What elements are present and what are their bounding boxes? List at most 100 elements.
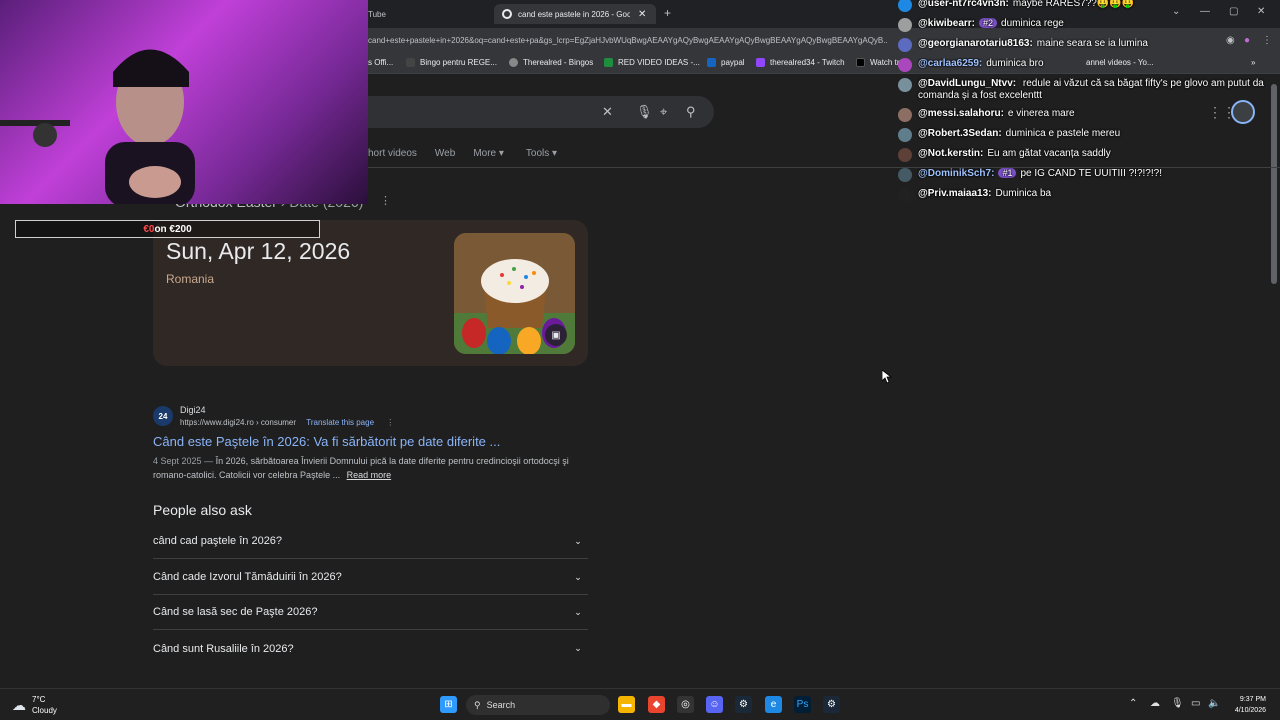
result-url-text[interactable]: https://www.digi24.ro › consumer [180,418,296,427]
bookmark-item[interactable]: Therealred - Bingos [509,58,593,67]
chevron-down-icon[interactable]: ⌄ [568,531,588,551]
paa-question-text: Când cade Izvorul Tămăduirii în 2026? [153,571,342,583]
weather-text: 7°C Cloudy [32,694,57,716]
image-search-icon[interactable]: ▣ [545,324,567,346]
chrome-icon[interactable]: ◎ [677,696,694,713]
chat-message: @DavidLungu_Ntvv: redule ai văzut că sa … [898,78,1270,102]
chevron-down-icon[interactable]: ⌄ [568,602,588,622]
screen: Tube cand este pastele in 2026 - Goo ✕ +… [0,0,1280,720]
bookmark-item[interactable]: s Offi... [368,58,393,67]
bookmark-item[interactable]: RED VIDEO IDEAS -... [604,58,700,67]
bookmark-item[interactable]: paypal [707,58,745,67]
twitch-icon [756,58,765,67]
sheets-icon [604,58,613,67]
streamer-silhouette [105,49,195,204]
paa-question-text: când cad paştele în 2026? [153,535,283,547]
easter-date: Sun, Apr 12, 2026 [166,238,351,264]
chat-message: @Not.kerstin: Eu am gătat vacanța saddly [898,148,1270,162]
taskbar-search[interactable]: ⚲ Search [466,695,610,715]
display-icon[interactable]: ▭ [1191,698,1200,709]
chat-username: @Robert.3Sedan: [918,128,1002,139]
digi24-favicon-icon: 24 [153,406,173,426]
tray-overflow-icon[interactable]: ⌃ [1129,698,1137,709]
paa-question[interactable]: Când sunt Rusaliile în 2026? ⌄ [153,631,588,666]
cloud-icon: ☁ [12,696,26,713]
weather-widget[interactable]: ☁ 7°C Cloudy [12,694,57,716]
bookmark-item[interactable]: therealred34 - Twitch [756,58,845,67]
voice-search-icon[interactable]: 🎙 [636,104,653,120]
paa-question[interactable]: Când se lasă sec de Paşte 2026? ⌄ [153,595,588,630]
onedrive-icon[interactable]: ☁ [1150,698,1160,709]
clear-search-icon[interactable]: ✕ [602,104,613,120]
page-scrollbar[interactable] [1271,84,1277,284]
bookmark-favicon-icon [406,58,415,67]
tab-short-videos[interactable]: hort videos [368,148,417,159]
discord-icon[interactable]: ☺ [706,696,723,713]
lens-icon[interactable]: ⌖ [660,104,667,120]
search-icon[interactable]: ⚲ [686,104,696,120]
more-options-icon[interactable]: ⋮ [380,194,391,207]
paa-question[interactable]: Când cade Izvorul Tămăduirii în 2026? ⌄ [153,560,588,595]
result-site-name[interactable]: Digi24 [180,405,206,415]
chat-text: maybe RARES7??🤑🤑🤑 [1012,0,1135,9]
google-favicon-icon [502,9,512,19]
url-field[interactable]: cand+este+pastele+in+2026&oq=cand+este+p… [368,36,888,45]
photoshop-icon[interactable]: Ps [794,696,811,713]
volume-icon[interactable]: 🔈 [1208,698,1220,709]
chat-message: @user-nt7rc4vn3n: maybe RARES7??🤑🤑🤑 [898,0,1270,12]
new-tab-button[interactable]: + [664,6,671,20]
bookmark-label: Watch tr [870,58,900,67]
chat-text: pe IG CAND TE UUITIII ?!?!?!?! [1020,168,1162,179]
tab-more[interactable]: More ▾ [473,148,504,159]
knowledge-panel-card: Sun, Apr 12, 2026 Romania ▣ [153,220,588,366]
microphone-icon[interactable]: 🎙 [1171,698,1184,709]
clock-time: 9:37 PM [1239,696,1266,703]
close-tab-icon[interactable]: ✕ [638,9,646,20]
chat-username: @DavidLungu_Ntvv: [918,78,1017,89]
avatar [898,78,912,92]
tab-web[interactable]: Web [435,148,455,159]
windows-taskbar: ☁ 7°C Cloudy ⊞ ⚲ Search ▬ ◆ ◎ ☺ ⚙ e Ps ⚙ … [0,688,1280,720]
result-title-link[interactable]: Când este Paştele în 2026: Va fi sărbăto… [153,434,500,449]
chevron-down-icon[interactable]: ⌄ [568,567,588,587]
paa-question-text: Când se lasă sec de Paşte 2026? [153,606,318,618]
edge-icon[interactable]: e [765,696,782,713]
search-input[interactable]: ✕ 🎙 ⌖ ⚲ [340,96,714,128]
bookmark-label: RED VIDEO IDEAS -... [618,58,700,67]
brave-browser-icon[interactable]: ◆ [648,696,665,713]
easter-cake-image[interactable]: ▣ [454,233,575,354]
search-icon: ⚲ [474,699,481,710]
result-options-icon[interactable]: ⋮ [386,418,394,427]
read-more-link[interactable]: Read more [347,470,392,480]
windows-start-icon[interactable]: ⊞ [440,696,457,713]
chat-message: @georgianarotariu8163: maine seara se ia … [898,38,1270,52]
avatar [898,108,912,122]
file-explorer-icon[interactable]: ▬ [618,696,635,713]
tiktok-icon [856,58,865,67]
chat-username: @user-nt7rc4vn3n: [918,0,1009,9]
goal-target: on €200 [154,223,192,235]
avatar [898,188,912,202]
steam-app-icon[interactable]: ⚙ [823,696,840,713]
chat-username: @DominikSch7: [918,168,995,179]
paa-question[interactable]: când cad paştele în 2026? ⌄ [153,524,588,559]
tab-google-search[interactable]: cand este pastele in 2026 - Goo ✕ [494,4,656,24]
avatar [898,38,912,52]
bookmark-item[interactable]: Bingo pentru REGE... [406,58,497,67]
search-filter-tabs: hort videos Web More ▾ Tools ▾ [368,148,557,159]
chevron-down-icon[interactable]: ⌄ [568,639,588,659]
chat-username: @carlaa6259: [918,58,983,69]
result-date: 4 Sept 2025 — [153,456,214,466]
system-clock[interactable]: 9:37 PM 4/10/2026 [1220,694,1266,716]
weather-condition: Cloudy [32,706,57,715]
avatar [898,168,912,182]
avatar [898,58,912,72]
search-label: Search [486,700,516,710]
steam-icon[interactable]: ⚙ [735,696,752,713]
bookmark-label: s Offi... [368,58,394,67]
chat-username: @Priv.maiaa13: [918,188,992,199]
bookmark-item[interactable]: Watch tr [856,58,899,67]
tab-tools[interactable]: Tools ▾ [526,148,557,159]
chat-username: @messi.salahoru: [918,108,1004,119]
translate-link[interactable]: Translate this page [306,418,374,427]
